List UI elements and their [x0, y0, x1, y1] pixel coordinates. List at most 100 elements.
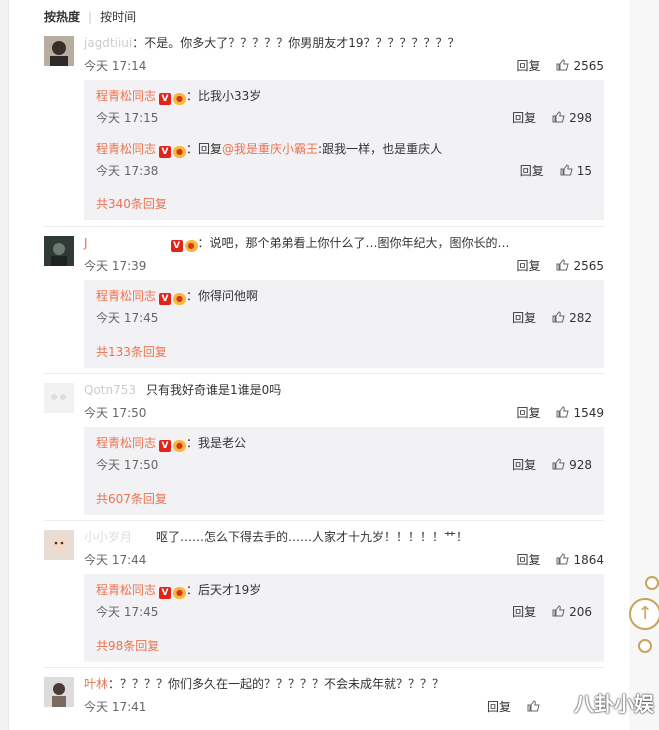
reply-box: 程青松同志 V ● ：你得问他啊 今天 17:45 回复 282 共133条回复 — [84, 280, 604, 368]
thumb-up-icon[interactable] — [560, 164, 573, 176]
like-count: 298 — [569, 111, 592, 125]
reply-box: 程青松同志 V ● ：比我小33岁 今天 17:15 回复 298 程青松同志 V ● ：回复… — [84, 80, 604, 220]
reply-button[interactable]: 回复 — [516, 59, 540, 73]
like-count: 2565 — [573, 259, 604, 273]
sort-by-time[interactable]: 按时间 — [100, 10, 136, 24]
username[interactable]: 程青松同志 — [96, 289, 156, 303]
avatar[interactable] — [44, 677, 74, 707]
divider — [44, 373, 604, 374]
reply-button[interactable]: 回复 — [512, 311, 536, 325]
reply-text: 程青松同志 V ● ：回复@我是重庆小霸王:跟我一样，也是重庆人 — [96, 141, 442, 158]
verified-icon: V — [159, 587, 172, 599]
sort-bar: 按热度 | 按时间 — [44, 8, 144, 26]
timestamp: 今天 17:14 — [84, 59, 147, 73]
comment-actions: 回复 1864 — [516, 551, 604, 568]
divider — [44, 226, 604, 227]
thumb-up-icon[interactable] — [556, 553, 570, 565]
reply-body: ：比我小33岁 — [186, 89, 262, 103]
reply-prefix: ：回复 — [186, 142, 223, 156]
comment-text: 叶林：？？？？你们多久在一起的？？？？？不会未成年就？？？？ — [84, 676, 444, 692]
reply-actions: 回复 298 — [512, 109, 592, 126]
thumb-up-icon[interactable] — [552, 111, 565, 123]
thumb-up-icon[interactable] — [552, 458, 565, 470]
reply: 程青松同志 V ● ：你得问他啊 今天 17:45 回复 282 — [96, 288, 592, 336]
timestamp: 今天 17:39 — [84, 259, 147, 273]
more-replies-link[interactable]: 共340条回复 — [96, 195, 167, 212]
watermark: 八卦小娱 — [574, 692, 654, 716]
thumb-up-icon[interactable] — [552, 311, 565, 323]
reply-text: 程青松同志 V ● ：我是老公 — [96, 435, 246, 452]
reply-text: 程青松同志 V ● ：后天才19岁 — [96, 582, 261, 599]
avatar[interactable] — [44, 383, 74, 413]
reply-actions: 回复 15 — [520, 162, 592, 179]
sort-separator: | — [88, 10, 93, 24]
username[interactable]: 叶林 — [84, 677, 108, 691]
reply-actions: 回复 206 — [512, 603, 592, 620]
username[interactable]: J — [84, 236, 88, 250]
reply-button[interactable]: 回复 — [487, 700, 511, 714]
reply-button[interactable]: 回复 — [516, 553, 540, 567]
help-icon[interactable] — [638, 639, 652, 653]
username[interactable]: 小小岁月 — [84, 530, 132, 544]
timestamp: 今天 17:38 — [96, 164, 159, 178]
username[interactable]: 程青松同志 — [96, 436, 156, 450]
reply-text: 程青松同志 V ● ：比我小33岁 — [96, 88, 261, 105]
reply: 程青松同志 V ● ：后天才19岁 今天 17:45 回复 206 — [96, 582, 592, 630]
more-replies-link[interactable]: 共98条回复 — [96, 637, 159, 654]
comment-actions: 回复 2565 — [516, 257, 604, 274]
reply-text: 程青松同志 V ● ：你得问他啊 — [96, 288, 258, 305]
reply-actions: 回复 928 — [512, 456, 592, 473]
feedback-icon[interactable] — [645, 576, 659, 590]
timestamp: 今天 17:44 — [84, 553, 147, 567]
fan-badge-icon: ● — [184, 240, 198, 252]
reply-button[interactable]: 回复 — [512, 111, 536, 125]
reply-button[interactable]: 回复 — [516, 259, 540, 273]
like-count: 2565 — [573, 59, 604, 73]
mention-link[interactable]: @我是重庆小霸王 — [222, 142, 318, 156]
username[interactable]: Qotn753 — [84, 383, 136, 397]
reply-box: 程青松同志 V ● ：我是老公 今天 17:50 回复 928 共607条回复 — [84, 427, 604, 515]
reply: 程青松同志 V ● ：比我小33岁 今天 17:15 回复 298 — [96, 88, 592, 136]
thumb-up-icon[interactable] — [556, 406, 570, 418]
username[interactable]: 程青松同志 — [96, 89, 156, 103]
more-replies-link[interactable]: 共133条回复 — [96, 343, 167, 360]
comment-body: ：不是。你多大了？？？？？你男朋友才19？？？？？？？？ — [132, 36, 460, 50]
reply-actions: 回复 282 — [512, 309, 592, 326]
comment-actions: 回复 2565 — [516, 57, 604, 74]
reply-body: ：后天才19岁 — [186, 583, 262, 597]
username[interactable]: 程青松同志 — [96, 142, 156, 156]
reply-body: ：我是老公 — [186, 436, 247, 450]
reply-box: 程青松同志 V ● ：后天才19岁 今天 17:45 回复 206 共98条回复 — [84, 574, 604, 662]
reply-button[interactable]: 回复 — [512, 458, 536, 472]
verified-icon: V — [159, 93, 172, 105]
comment-actions: 回复 — [487, 698, 544, 715]
reply-button[interactable]: 回复 — [516, 406, 540, 420]
avatar[interactable] — [44, 530, 74, 560]
like-count: 1864 — [573, 553, 604, 567]
comment-text: J V ● ：说吧，那个弟弟看上你什么了…图你年纪大，图你长的… — [84, 235, 510, 252]
username[interactable]: jagdtiiui — [84, 35, 133, 51]
thumb-up-icon[interactable] — [552, 605, 565, 617]
reply-button[interactable]: 回复 — [512, 605, 536, 619]
reply: 程青松同志 V ● ：回复@我是重庆小霸王:跟我一样，也是重庆人 今天 17:38 回… — [96, 141, 592, 189]
timestamp: 今天 17:41 — [84, 700, 147, 714]
like-count: 282 — [569, 311, 592, 325]
fan-badge-icon: ● — [173, 146, 187, 158]
thumb-up-icon[interactable] — [527, 700, 540, 712]
more-replies-link[interactable]: 共607条回复 — [96, 490, 167, 507]
reply-button[interactable]: 回复 — [520, 164, 544, 178]
left-scroll-gutter — [0, 0, 9, 730]
divider — [44, 667, 604, 668]
comment-body: ：说吧，那个弟弟看上你什么了…图你年纪大，图你长的… — [197, 236, 510, 250]
comment-text: jagdtiiui：不是。你多大了？？？？？你男朋友才19？？？？？？？？ — [84, 35, 460, 51]
back-to-top-button[interactable]: ↑ — [629, 598, 659, 630]
thumb-up-icon[interactable] — [556, 259, 570, 271]
comment-actions: 回复 1549 — [516, 404, 604, 421]
timestamp: 今天 17:15 — [96, 111, 159, 125]
sort-by-hot[interactable]: 按热度 — [44, 10, 80, 24]
avatar[interactable] — [44, 236, 74, 266]
thumb-up-icon[interactable] — [556, 59, 570, 71]
username[interactable]: 程青松同志 — [96, 583, 156, 597]
avatar[interactable] — [44, 36, 74, 66]
reply-body: :跟我一样，也是重庆人 — [318, 142, 443, 156]
